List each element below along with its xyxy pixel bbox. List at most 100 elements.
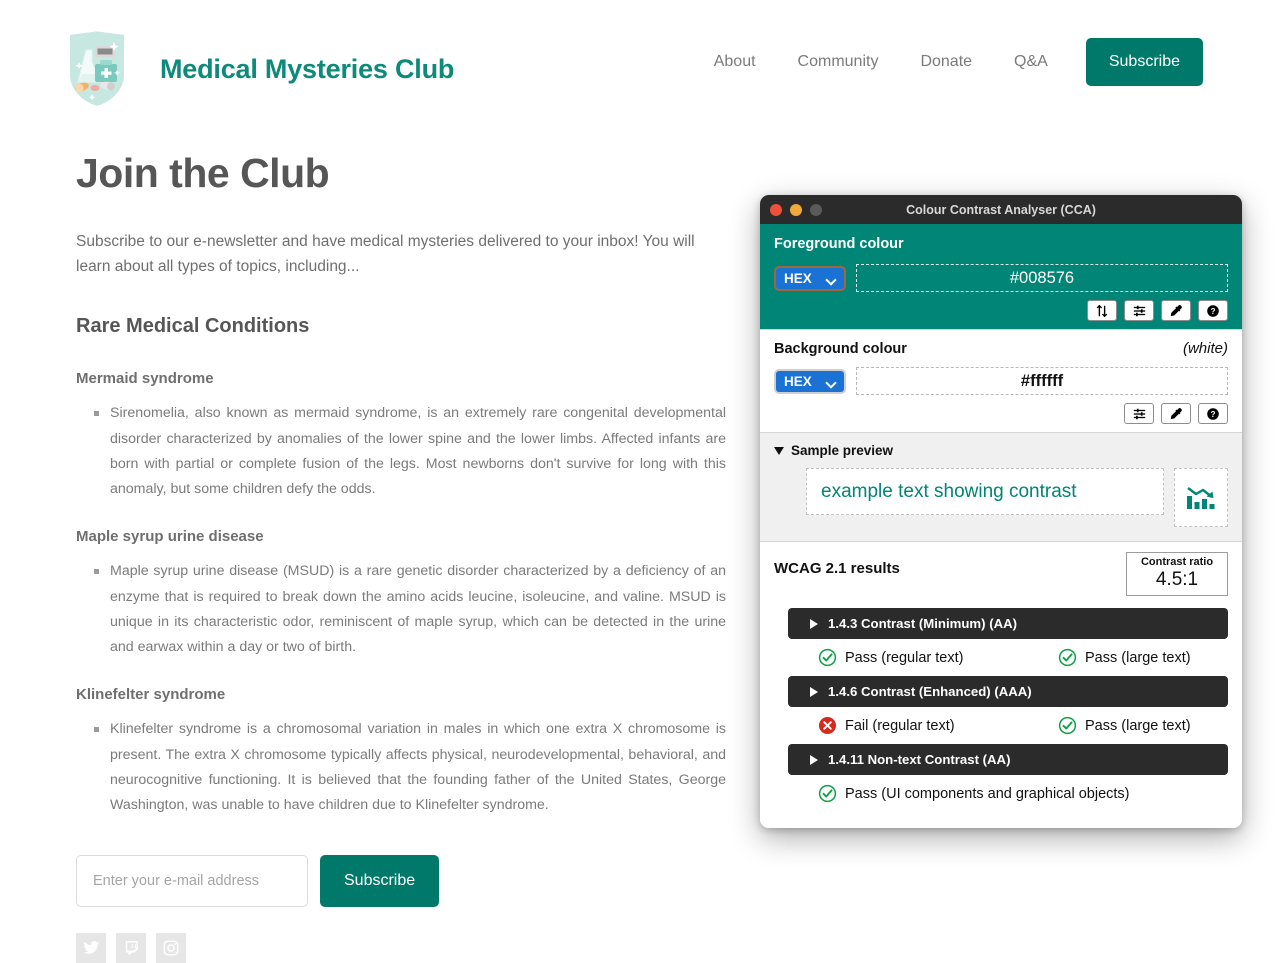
criterion-label: 1.4.11 Non-text Contrast (AA) <box>828 752 1011 768</box>
window-title: Colour Contrast Analyser (CCA) <box>906 202 1096 217</box>
result-item: Pass (large text) <box>1058 716 1191 735</box>
wcag-results-section: WCAG 2.1 results Contrast ratio 4.5:1 1.… <box>760 541 1242 829</box>
main-content: Join the Club Subscribe to our e-newslet… <box>76 150 726 963</box>
foreground-colour-label: Foreground colour <box>774 236 904 252</box>
site-header: Medical Mysteries Club About Community D… <box>0 0 1275 120</box>
criterion-label: 1.4.3 Contrast (Minimum) (AA) <box>828 616 1018 632</box>
background-colour-input[interactable] <box>856 367 1228 395</box>
contrast-ratio-box: Contrast ratio 4.5:1 <box>1126 552 1228 597</box>
contrast-ratio-value: 4.5:1 <box>1155 569 1199 591</box>
fail-cross-icon <box>818 716 837 735</box>
background-colour-section: Background colour (white) HEX #ffffff ? <box>760 329 1242 432</box>
eyedropper-icon[interactable] <box>1161 403 1191 424</box>
brand-title: Medical Mysteries Club <box>160 53 455 84</box>
minimize-window-button[interactable] <box>790 203 802 216</box>
subscribe-nav-button[interactable]: Subscribe <box>1085 38 1203 86</box>
foreground-format-select[interactable]: HEX <box>774 265 846 291</box>
sample-preview-row: example text showing contrast <box>774 468 1228 527</box>
criterion-results-1-4-3: Pass (regular text) Pass (large text) <box>818 639 1228 676</box>
close-window-button[interactable] <box>770 203 782 216</box>
chevron-right-icon <box>810 618 818 629</box>
colour-contrast-analyser-window: Colour Contrast Analyser (CCA) Foregroun… <box>760 195 1242 829</box>
pass-check-icon <box>818 784 837 803</box>
sample-text-box: example text showing contrast <box>806 468 1164 515</box>
chevron-down-icon <box>774 446 784 455</box>
sliders-icon[interactable] <box>1124 300 1154 321</box>
chevron-right-icon <box>810 686 818 697</box>
foreground-format-select-wrap: HEX <box>774 265 846 291</box>
sample-graphic-box <box>1174 468 1228 527</box>
nav-link-qa[interactable]: Q&A <box>993 53 1069 71</box>
list-item: Maple syrup urine disease (MSUD) is a ra… <box>94 559 726 660</box>
brand-logo-and-title[interactable]: Medical Mysteries Club <box>62 25 455 112</box>
nav-link-about[interactable]: About <box>714 53 777 71</box>
result-label: Fail (regular text) <box>845 717 955 734</box>
criterion-header-1-4-3[interactable]: 1.4.3 Contrast (Minimum) (AA) <box>788 608 1228 640</box>
foreground-colour-input[interactable] <box>856 264 1228 292</box>
background-colour-row: HEX <box>774 367 1228 395</box>
condition-list: Klinefelter syndrome is a chromosomal va… <box>76 717 726 818</box>
twitch-icon[interactable] <box>116 932 146 963</box>
svg-text:?: ? <box>1211 409 1216 418</box>
declining-bar-chart-icon <box>1187 486 1215 509</box>
condition-block: Klinefelter syndrome Klinefelter syndrom… <box>76 686 726 818</box>
criterion-label: 1.4.6 Contrast (Enhanced) (AAA) <box>828 684 1032 700</box>
eyedropper-icon[interactable] <box>1161 300 1191 321</box>
result-item: Pass (regular text) <box>818 648 1058 667</box>
chevron-right-icon <box>810 754 818 765</box>
criterion-header-1-4-11[interactable]: 1.4.11 Non-text Contrast (AA) <box>788 744 1228 776</box>
svg-text:?: ? <box>1211 306 1216 315</box>
sample-preview-toggle[interactable]: Sample preview <box>774 443 1228 458</box>
medical-shield-badge-icon <box>62 25 132 112</box>
intro-paragraph: Subscribe to our e-newsletter and have m… <box>76 233 695 276</box>
window-controls <box>770 203 822 216</box>
result-item: Pass (UI components and graphical object… <box>818 784 1130 803</box>
criterion-header-1-4-6[interactable]: 1.4.6 Contrast (Enhanced) (AAA) <box>788 676 1228 708</box>
nav-link-donate[interactable]: Donate <box>899 53 993 71</box>
background-colour-name: (white) <box>1182 340 1228 357</box>
condition-list: Maple syrup urine disease (MSUD) is a ra… <box>76 559 726 660</box>
foreground-colour-section: Foreground colour HEX #008576 ? <box>760 224 1242 329</box>
cca-title-bar[interactable]: Colour Contrast Analyser (CCA) <box>760 195 1242 224</box>
condition-title: Klinefelter syndrome <box>76 686 226 704</box>
nav-link-community[interactable]: Community <box>777 53 900 71</box>
swap-colours-icon[interactable] <box>1087 300 1117 321</box>
help-icon[interactable]: ? <box>1198 403 1228 424</box>
condition-block: Mermaid syndrome Sirenomelia, also known… <box>76 370 726 502</box>
background-tool-row: ? <box>774 403 1228 424</box>
contrast-ratio-label: Contrast ratio <box>1140 556 1214 568</box>
help-icon[interactable]: ? <box>1198 300 1228 321</box>
subscribe-submit-button[interactable]: Subscribe <box>320 854 440 907</box>
criterion-results-1-4-11: Pass (UI components and graphical object… <box>818 775 1228 812</box>
condition-title: Mermaid syndrome <box>76 370 214 388</box>
background-colour-label-row: Background colour (white) <box>774 340 1228 357</box>
condition-list: Sirenomelia, also known as mermaid syndr… <box>76 401 726 502</box>
pass-check-icon <box>818 648 837 667</box>
email-field[interactable] <box>76 854 308 907</box>
sliders-icon[interactable] <box>1124 403 1154 424</box>
subscribe-form: Subscribe <box>76 854 726 907</box>
background-colour-label: Background colour <box>774 341 907 357</box>
foreground-colour-row: HEX <box>774 264 1228 292</box>
list-item: Klinefelter syndrome is a chromosomal va… <box>94 717 726 818</box>
result-label: Pass (large text) <box>1085 649 1191 666</box>
twitter-icon[interactable] <box>76 932 106 963</box>
sample-preview-label: Sample preview <box>791 443 894 458</box>
result-item: Fail (regular text) <box>818 716 1058 735</box>
sample-text: example text showing contrast <box>821 480 1077 502</box>
result-label: Pass (large text) <box>1085 717 1191 734</box>
section-heading: Rare Medical Conditions <box>76 315 310 338</box>
result-label: Pass (UI components and graphical object… <box>845 785 1130 802</box>
result-item: Pass (large text) <box>1058 648 1191 667</box>
page-title: Join the Club <box>76 150 330 196</box>
background-format-select[interactable]: HEX <box>774 368 846 394</box>
wcag-header-row: WCAG 2.1 results Contrast ratio 4.5:1 <box>774 552 1228 597</box>
foreground-tool-row: ? <box>774 300 1228 321</box>
sample-preview-section: Sample preview example text showing cont… <box>760 432 1242 541</box>
instagram-icon[interactable] <box>156 932 186 963</box>
condition-title: Maple syrup urine disease <box>76 528 264 546</box>
pass-check-icon <box>1058 716 1077 735</box>
list-item: Sirenomelia, also known as mermaid syndr… <box>94 401 726 502</box>
maximize-window-button[interactable] <box>810 203 822 216</box>
condition-block: Maple syrup urine disease Maple syrup ur… <box>76 528 726 660</box>
